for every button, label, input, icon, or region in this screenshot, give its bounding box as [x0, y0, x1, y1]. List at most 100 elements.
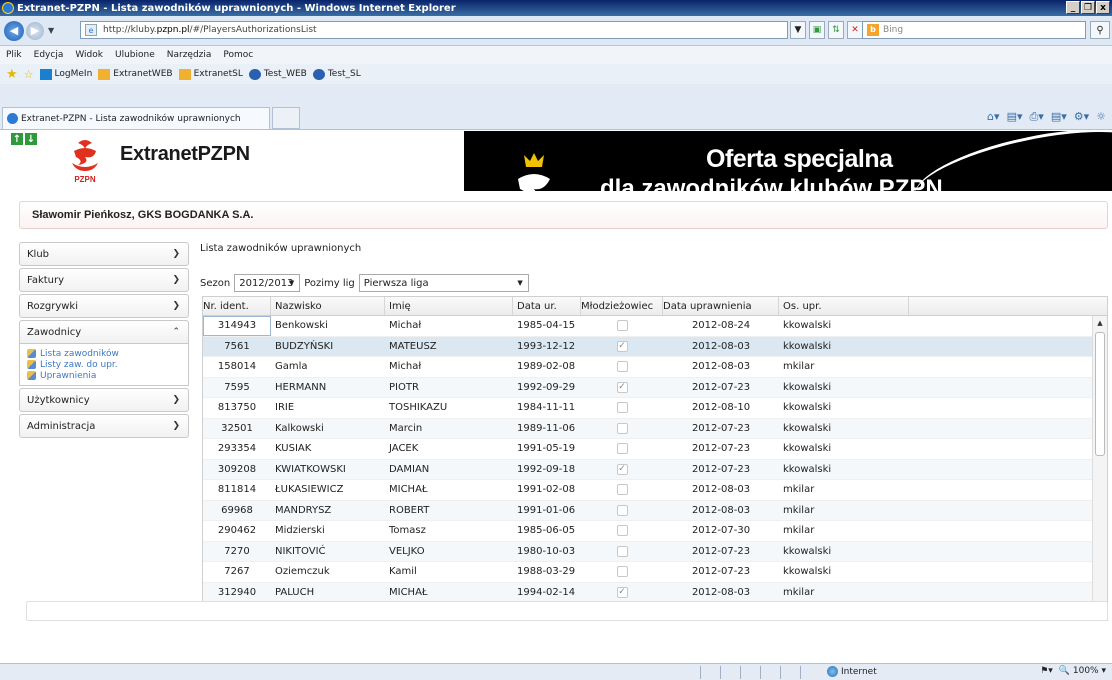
table-row[interactable]: 290462 Midzierski Tomasz 1985-06-05 2012-07-…: [203, 521, 1107, 542]
col-auth-date[interactable]: Data uprawnienia: [663, 297, 779, 315]
cell-youth: [581, 501, 663, 521]
table-row[interactable]: 7595 HERMANN PIOTR 1992-09-29 ✓ 2012-07-23 kko…: [203, 377, 1107, 398]
chevron-down-icon: ▼: [288, 279, 295, 287]
table-row[interactable]: 7267 Oziemczuk Kamil 1988-03-29 2012-07-23 kk…: [203, 562, 1107, 583]
url-dropdown-icon[interactable]: ▼: [790, 21, 806, 39]
table-row[interactable]: 312940 PALUCH MICHAŁ 1994-02-14 ✓ 2012-08-03 m…: [203, 582, 1107, 603]
sidebar-item-label: Uprawnienia: [40, 370, 97, 381]
col-surname[interactable]: Nazwisko: [271, 297, 385, 315]
security-zone[interactable]: Internet: [827, 666, 877, 677]
protected-mode-icon[interactable]: ⚑▾: [1040, 666, 1053, 676]
menu-pomoc[interactable]: Pomoc: [223, 50, 253, 60]
search-input[interactable]: b Bing: [862, 21, 1086, 39]
fav-test-web[interactable]: Test_WEB: [248, 68, 307, 80]
menu-plik[interactable]: Plik: [6, 50, 22, 60]
fav-extranetweb[interactable]: ExtranetWEB: [98, 68, 173, 80]
cell-name: DAMIAN: [389, 463, 430, 475]
season-select[interactable]: 2012/2013 ▼: [234, 274, 301, 292]
table-row[interactable]: 811814 ŁUKASIEWICZ MICHAŁ 1991-02-08 2012-08…: [203, 480, 1107, 501]
add-favorite-icon[interactable]: ☆: [24, 68, 34, 81]
safety-icon[interactable]: ⚙▾: [1074, 110, 1089, 124]
sidebar-group-zawodnicy[interactable]: Zawodnicy ⌃: [19, 320, 189, 344]
level-select[interactable]: Pierwsza liga ▼: [358, 274, 529, 292]
tab-active[interactable]: Extranet-PZPN - Lista zawodników uprawni…: [2, 107, 270, 129]
sidebar-group-rozgrywki[interactable]: Rozgrywki ❯: [19, 294, 189, 318]
table-row[interactable]: 813750 IRIE TOSHIKAZU 1984-11-11 2012-08-10 k…: [203, 398, 1107, 419]
scroll-thumb[interactable]: [1095, 332, 1105, 456]
table-row[interactable]: 314943 Benkowski Michał 1985-04-15 2012-08-2…: [203, 316, 1107, 337]
tools-icon[interactable]: ☼: [1096, 110, 1106, 124]
cell-filler: [909, 562, 1093, 582]
url-input[interactable]: e http://kluby. pzpn.pl/#/PlayersAuthoriz…: [80, 21, 788, 39]
table-row[interactable]: 7270 NIKITOVIĆ VELJKO 1980-10-03 2012-07-23 k…: [203, 541, 1107, 562]
close-button[interactable]: x: [1096, 1, 1110, 14]
sidebar-item-uprawnienia[interactable]: Uprawnienia: [27, 370, 182, 381]
sidebar-group-administracja[interactable]: Administracja ❯: [19, 414, 189, 438]
grid-scrollbar[interactable]: ▲ ▼: [1092, 316, 1107, 620]
table-row[interactable]: 32501 Kalkowski Marcin 1989-11-06 2012-07-23…: [203, 418, 1107, 439]
logo-text: PZPN: [74, 175, 96, 184]
cell-id: 158014: [217, 361, 257, 373]
fav-test-sl[interactable]: Test_SL: [312, 68, 361, 80]
search-icon[interactable]: ⚲: [1090, 21, 1110, 39]
scroll-up-icon[interactable]: ▲: [1093, 316, 1107, 330]
zoom-control[interactable]: 🔍 100% ▾: [1059, 666, 1106, 676]
sidebar-item-label: Listy zaw. do upr.: [40, 359, 118, 370]
table-row[interactable]: 7561 BUDZYŃSKI MATEUSZ 1993-12-12 ✓ 2012-08-0…: [203, 336, 1107, 357]
cell-name: MICHAŁ: [389, 484, 428, 496]
promo-banner[interactable]: Oferta specjalna dla zawodników klubów P…: [464, 131, 1112, 191]
table-row[interactable]: 309208 KWIATKOWSKI DAMIAN 1992-09-18 ✓ 2012-0…: [203, 459, 1107, 480]
cell-auth-date: 2012-08-03: [691, 504, 751, 516]
new-tab-button[interactable]: [272, 107, 300, 129]
table-row[interactable]: 158014 Gamla Michał 1989-02-08 2012-08-03 mki…: [203, 357, 1107, 378]
col-youth[interactable]: Młodzieżowiec: [581, 297, 663, 315]
cell-dob: 1993-12-12: [517, 340, 576, 352]
feeds-icon[interactable]: ▤▾: [1007, 110, 1023, 124]
chevron-down-icon: ❯: [172, 275, 180, 285]
compat-view-icon[interactable]: ▣: [809, 21, 825, 39]
forward-button[interactable]: ▶: [26, 21, 44, 40]
back-button[interactable]: ◀: [4, 20, 24, 41]
stop-icon[interactable]: ✕: [847, 21, 863, 39]
sidebar-item-listy-zaw[interactable]: Listy zaw. do upr.: [27, 359, 182, 370]
table-row[interactable]: 293354 KUSIAK JACEK 1991-05-19 2012-07-23 kko…: [203, 439, 1107, 460]
arrow-up-icon[interactable]: ↑: [11, 133, 23, 145]
col-id[interactable]: Nr. ident.: [203, 297, 271, 315]
fav-logmein[interactable]: LogMeIn: [39, 68, 92, 80]
fav-extranetsl[interactable]: ExtranetSL: [178, 68, 243, 80]
cell-surname: IRIE: [275, 402, 295, 414]
print-icon[interactable]: ⎙▾: [1029, 110, 1043, 124]
favorites-star-icon[interactable]: ★: [6, 67, 18, 82]
refresh-icon[interactable]: ⇅: [828, 21, 844, 39]
sidebar-subitems: Lista zawodników Listy zaw. do upr. Upra…: [19, 344, 189, 386]
sidebar-group-faktury[interactable]: Faktury ❯: [19, 268, 189, 292]
maximize-button[interactable]: ❐: [1081, 1, 1095, 14]
status-cell: [700, 666, 720, 679]
col-auth-by[interactable]: Os. upr.: [779, 297, 909, 315]
col-name[interactable]: Imię: [385, 297, 513, 315]
history-dropdown-icon[interactable]: ▼: [48, 26, 54, 35]
menu-edycja[interactable]: Edycja: [34, 50, 64, 60]
menu-narzedzia[interactable]: Narzędzia: [167, 50, 212, 60]
menu-ulubione[interactable]: Ulubione: [115, 50, 155, 60]
col-dob[interactable]: Data ur.: [513, 297, 581, 315]
sidebar-group-label: Faktury: [27, 274, 65, 286]
cell-filler: [909, 480, 1093, 500]
menu-widok[interactable]: Widok: [75, 50, 103, 60]
sidebar-group-uzytkownicy[interactable]: Użytkownicy ❯: [19, 388, 189, 412]
grid-header: Nr. ident. Nazwisko Imię Data ur. Młodzi…: [203, 297, 1107, 316]
cell-auth-by: mkilar: [783, 525, 815, 537]
table-row[interactable]: 69968 MANDRYSZ ROBERT 1991-01-06 2012-08-03 m…: [203, 500, 1107, 521]
page-menu-icon[interactable]: ▤▾: [1051, 110, 1067, 124]
home-icon[interactable]: ⌂▾: [987, 110, 1000, 124]
sidebar-group-klub[interactable]: Klub ❯: [19, 242, 189, 266]
arrow-down-icon[interactable]: ↓: [25, 133, 37, 145]
filters: Sezon 2012/2013 ▼ Pozimy lig Pierwsza lig…: [200, 274, 529, 292]
sidebar-group-label: Użytkownicy: [27, 394, 90, 406]
chevron-down-icon: ❯: [172, 421, 180, 431]
cell-auth-date: 2012-08-03: [691, 484, 751, 496]
chevron-down-icon: ▼: [517, 279, 523, 287]
minimize-button[interactable]: _: [1066, 1, 1080, 14]
players-icon: [27, 371, 36, 380]
sidebar-item-lista-zawodnikow[interactable]: Lista zawodników: [27, 348, 182, 359]
